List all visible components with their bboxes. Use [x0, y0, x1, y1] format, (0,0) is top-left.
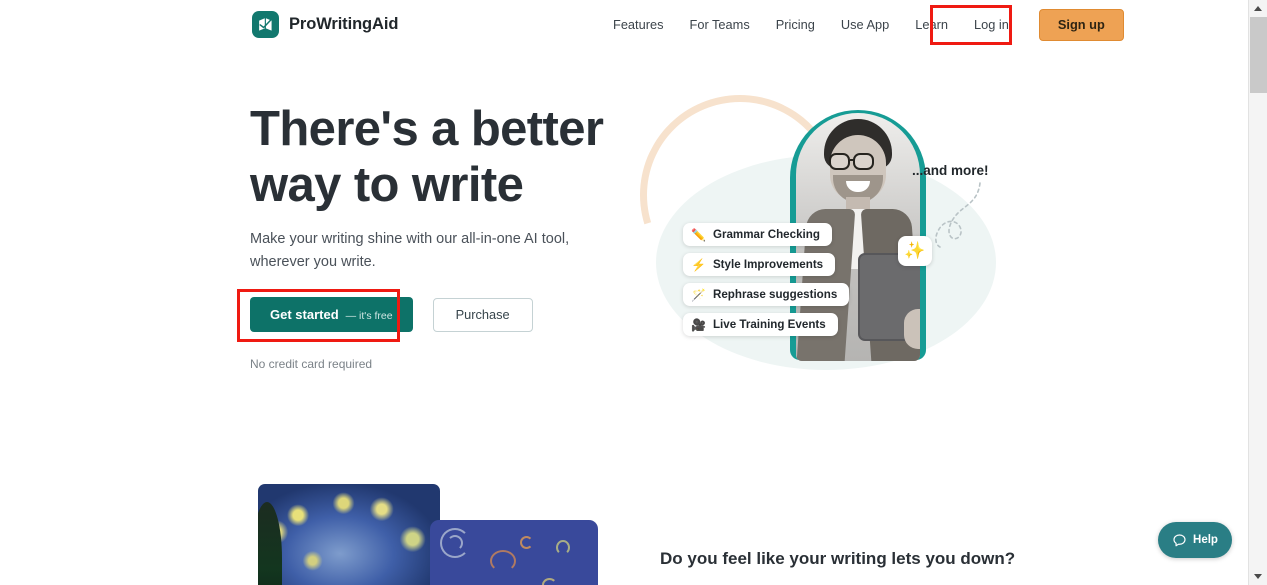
purchase-button[interactable]: Purchase	[432, 297, 533, 332]
signup-button-wrap: Sign up	[1038, 9, 1124, 41]
nav-link-log-in[interactable]: Log in	[961, 0, 1022, 50]
movie-camera-icon: 🎥	[691, 317, 706, 332]
chat-bubble-icon	[1173, 533, 1186, 546]
no-credit-card-note: No credit card required	[250, 357, 373, 371]
nav-link-features[interactable]: Features	[600, 0, 677, 50]
pencil-icon: ✏️	[691, 227, 706, 242]
nav-link-pricing[interactable]: Pricing	[763, 0, 828, 50]
swirl-decoration	[490, 550, 516, 572]
site-header: ProWritingAid Features For Teams Pricing…	[0, 0, 1248, 50]
person-glasses-right-lens	[853, 153, 874, 170]
get-started-button[interactable]: Get started — it's free	[250, 297, 413, 332]
swirl-decoration	[520, 536, 533, 549]
sparkles-icon: ✨	[898, 236, 932, 266]
cypress-tree	[258, 502, 282, 585]
book-check-logo-icon	[252, 11, 279, 38]
signup-button[interactable]: Sign up	[1038, 9, 1124, 41]
starry-night-painting	[258, 484, 440, 585]
nav-link-use-app[interactable]: Use App	[828, 0, 902, 50]
get-started-sublabel: — it's free	[345, 310, 393, 322]
scroll-up-arrow-icon[interactable]	[1249, 0, 1267, 17]
scrollbar-thumb[interactable]	[1250, 17, 1267, 93]
browser-page: ProWritingAid Features For Teams Pricing…	[0, 0, 1267, 585]
person-glasses-bridge	[850, 159, 854, 162]
brand-name: ProWritingAid	[289, 15, 399, 33]
brand-logo[interactable]: ProWritingAid	[252, 11, 398, 38]
feature-label: Grammar Checking	[712, 228, 820, 241]
feature-chip-live-training-events: 🎥 Live Training Events	[683, 313, 838, 336]
feature-label: Live Training Events	[712, 318, 826, 331]
help-widget-button[interactable]: Help	[1158, 522, 1232, 558]
hero-cta-row: Get started — it's free Purchase	[250, 297, 533, 332]
swirl-decoration	[447, 535, 463, 551]
nav-link-for-teams[interactable]: For Teams	[677, 0, 763, 50]
feature-chip-grammar-checking: ✏️ Grammar Checking	[683, 223, 832, 246]
person-glasses-left-lens	[829, 153, 850, 170]
artwork-row	[258, 484, 598, 585]
vertical-scrollbar[interactable]	[1248, 0, 1267, 585]
section-question-heading: Do you feel like your writing lets you d…	[660, 549, 1016, 568]
feature-chip-style-improvements: ⚡ Style Improvements	[683, 253, 836, 276]
feature-label: Style Improvements	[712, 258, 824, 271]
hero-illustration: ...and more! ✨ ✏️ Grammar Checking ⚡ Sty…	[604, 59, 1040, 385]
help-widget-label: Help	[1193, 534, 1218, 546]
and-more-label: ...and more!	[912, 163, 989, 178]
feature-chip-rephrase-suggestions: 🪄 Rephrase suggestions	[683, 283, 850, 306]
lightning-bolt-icon: ⚡	[691, 257, 706, 272]
main-navigation: Features For Teams Pricing Use App Learn…	[600, 0, 1124, 50]
person-hand	[904, 309, 920, 349]
get-started-label: Get started	[270, 307, 339, 322]
hero-title: There's a better way to write	[250, 102, 604, 212]
blue-swirls-card	[430, 520, 598, 585]
nav-link-learn[interactable]: Learn	[902, 0, 961, 50]
swirl-decoration	[556, 540, 570, 555]
feature-label: Rephrase suggestions	[712, 288, 838, 301]
magic-wand-icon: 🪄	[691, 287, 706, 302]
page-viewport: ProWritingAid Features For Teams Pricing…	[0, 0, 1248, 585]
hero-subtitle: Make your writing shine with our all-in-…	[250, 231, 570, 270]
scroll-down-arrow-icon[interactable]	[1249, 568, 1267, 585]
feature-chip-list: ✏️ Grammar Checking ⚡ Style Improvements…	[683, 223, 850, 336]
swirl-decoration	[542, 578, 557, 585]
